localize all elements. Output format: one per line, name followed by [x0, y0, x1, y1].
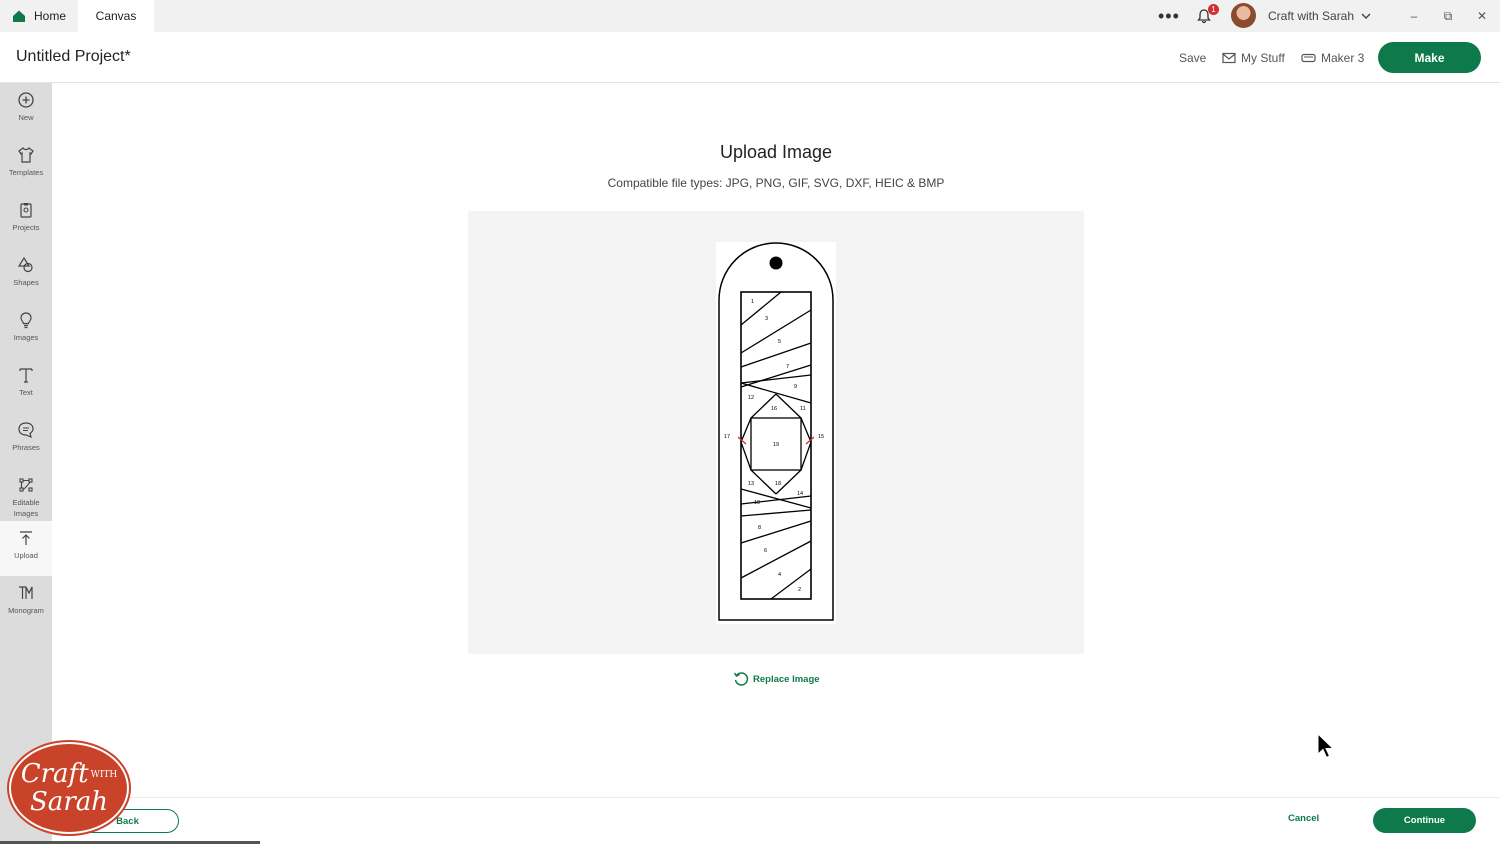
- sidebar-item-images[interactable]: Images: [0, 303, 52, 358]
- footer-divider: [52, 797, 1500, 798]
- user-name: Craft with Sarah: [1268, 9, 1355, 23]
- logo-line1: Craft: [20, 758, 89, 789]
- pattern-number: 16: [771, 406, 777, 412]
- notification-badge: 1: [1208, 4, 1219, 15]
- my-stuff-button[interactable]: My Stuff: [1222, 51, 1285, 65]
- logo-with: WITH: [90, 769, 118, 780]
- user-menu[interactable]: Craft with Sarah: [1268, 0, 1372, 32]
- avatar[interactable]: [1231, 3, 1256, 28]
- cancel-button[interactable]: Cancel: [1288, 813, 1319, 824]
- uploaded-image-preview: 135791216 1117191513 1814108642: [716, 242, 836, 624]
- tab-canvas-label: Canvas: [95, 9, 137, 23]
- logo-line2: Sarah: [30, 786, 108, 817]
- project-title: Untitled Project*: [16, 48, 131, 65]
- sidebar-item-label: Projects: [12, 223, 40, 232]
- house-icon: [13, 10, 25, 22]
- sidebar-item-editable-images[interactable]: Editable Images: [0, 468, 52, 524]
- pattern-number: 14: [797, 491, 803, 497]
- chevron-down-icon: [1361, 13, 1371, 19]
- file-types-subtitle: Compatible file types: JPG, PNG, GIF, SV…: [607, 176, 945, 190]
- close-icon: ✕: [1476, 9, 1488, 23]
- my-stuff-label: My Stuff: [1241, 51, 1285, 65]
- replace-image-button[interactable]: Replace Image: [733, 671, 820, 687]
- pattern-number: 17: [724, 434, 730, 440]
- shapes-icon: [17, 256, 33, 273]
- pattern-number: 13: [748, 481, 754, 487]
- pattern-number: 8: [758, 525, 761, 531]
- sidebar-item-label: Upload: [14, 551, 38, 560]
- left-sidebar: New Templates Projects Shapes Images Tex…: [0, 83, 52, 844]
- pattern-number: 5: [778, 339, 781, 345]
- tab-home-label: Home: [34, 9, 67, 23]
- make-button[interactable]: Make: [1378, 42, 1481, 73]
- sidebar-item-shapes[interactable]: Shapes: [0, 248, 52, 303]
- pattern-number: 10: [754, 500, 760, 506]
- rotate-icon: [733, 672, 749, 686]
- more-dots-icon: •••: [1158, 5, 1180, 26]
- lightbulb-icon: [20, 312, 32, 329]
- speech-bubble-icon: [18, 422, 34, 439]
- sidebar-item-label: Shapes: [13, 278, 39, 287]
- pattern-number: 9: [794, 384, 797, 390]
- pattern-number: 18: [775, 481, 781, 487]
- minimize-button[interactable]: –: [1397, 0, 1431, 32]
- plus-circle-icon: [18, 92, 34, 108]
- machine-icon: [1301, 53, 1316, 63]
- pattern-number: 3: [765, 316, 768, 322]
- sidebar-item-phrases[interactable]: Phrases: [0, 413, 52, 468]
- pattern-number: 11: [800, 406, 806, 412]
- sidebar-item-label: Monogram: [8, 606, 44, 615]
- craft-with-sarah-logo: Craft WITH Sarah: [9, 742, 129, 834]
- pattern-number: 12: [748, 395, 754, 401]
- sidebar-item-monogram[interactable]: Monogram: [0, 576, 52, 631]
- tab-home[interactable]: Home: [0, 0, 78, 32]
- sidebar-item-new[interactable]: New: [0, 83, 52, 138]
- upload-icon: [20, 531, 32, 545]
- sidebar-item-projects[interactable]: Projects: [0, 193, 52, 248]
- save-label: Save: [1179, 51, 1207, 65]
- machine-label: Maker 3: [1321, 51, 1365, 65]
- sidebar-item-label: Editable Images: [12, 498, 40, 518]
- save-button[interactable]: Save: [1179, 51, 1206, 65]
- pattern-number: 2: [798, 587, 801, 593]
- text-icon: [19, 368, 33, 383]
- more-options-button[interactable]: •••: [1158, 0, 1180, 32]
- pattern-number: 19: [773, 442, 779, 448]
- sidebar-item-label: Phrases: [12, 443, 40, 452]
- monogram-icon: [19, 586, 33, 599]
- sidebar-item-text[interactable]: Text: [0, 358, 52, 413]
- title-bar: Home Canvas ••• 1 Craft with Sarah – ⧉ ✕: [0, 0, 1500, 32]
- edit-vector-icon: [19, 478, 33, 492]
- sidebar-item-label: New: [18, 113, 34, 122]
- sidebar-item-upload[interactable]: Upload: [0, 521, 52, 576]
- tab-canvas[interactable]: Canvas: [78, 0, 154, 32]
- notifications-button[interactable]: 1: [1196, 0, 1219, 32]
- envelope-icon: [1222, 52, 1236, 64]
- replace-image-label: Replace Image: [753, 673, 820, 685]
- app-header: Untitled Project* Save My Stuff Maker 3 …: [0, 32, 1500, 83]
- page-title: Upload Image: [719, 142, 833, 162]
- minimize-icon: –: [1410, 9, 1418, 23]
- pattern-number: 7: [786, 364, 789, 370]
- restore-icon: ⧉: [1443, 8, 1453, 23]
- clipboard-icon: [20, 203, 32, 218]
- sidebar-item-label: Text: [19, 388, 33, 397]
- pattern-number: 1: [751, 299, 754, 305]
- restore-button[interactable]: ⧉: [1431, 0, 1465, 32]
- continue-button[interactable]: Continue: [1373, 808, 1476, 833]
- sidebar-item-label: Images: [13, 333, 39, 342]
- machine-selector[interactable]: Maker 3: [1301, 51, 1364, 65]
- pattern-number: 15: [818, 434, 824, 440]
- mouse-cursor-icon: [1317, 733, 1335, 759]
- pattern-number: 4: [778, 572, 781, 578]
- close-button[interactable]: ✕: [1465, 0, 1499, 32]
- pattern-number: 6: [764, 548, 767, 554]
